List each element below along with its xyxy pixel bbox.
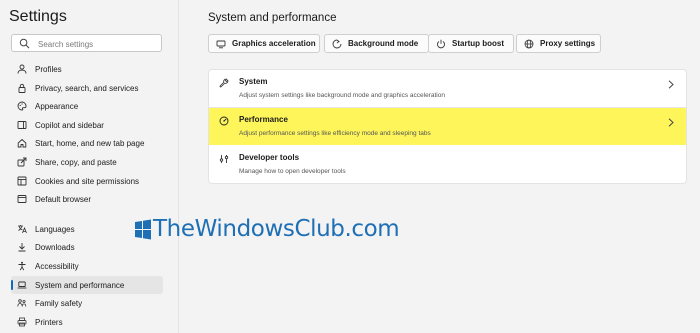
row-title: Performance <box>239 115 288 124</box>
row-description: Adjust system settings like background m… <box>239 92 445 99</box>
search-box[interactable] <box>11 34 162 52</box>
sidebar-icon <box>17 121 27 129</box>
chip-label: Graphics acceleration <box>232 39 316 48</box>
tools-icon <box>219 155 229 163</box>
sidebar-item-label: Profiles <box>35 64 62 74</box>
chip-proxy-settings[interactable]: Proxy settings <box>516 34 601 53</box>
speedometer-icon <box>219 116 229 126</box>
row-developer-tools[interactable]: Developer tools Manage how to open devel… <box>209 146 686 183</box>
sidebar-item-label: Share, copy, and paste <box>35 157 117 167</box>
search-input[interactable] <box>36 36 160 52</box>
windows-club-logo-icon <box>135 219 151 239</box>
sidebar-item-family-safety[interactable]: Family safety <box>11 294 163 312</box>
sidebar-item-label: Privacy, search, and services <box>35 83 139 93</box>
sidebar-item-label: Accessibility <box>35 261 79 271</box>
sidebar-item-label: Copilot and sidebar <box>35 120 104 130</box>
sidebar-item-printers[interactable]: Printers <box>11 313 163 331</box>
row-description: Manage how to open developer tools <box>239 168 346 175</box>
sidebar-item-cookies[interactable]: Cookies and site permissions <box>11 172 163 190</box>
watermark-text: TheWindowsClub.com <box>153 216 400 242</box>
sidebar-item-profiles[interactable]: Profiles <box>11 60 163 78</box>
search-icon <box>19 38 30 49</box>
sidebar: Settings Profiles Privacy, search, and s… <box>0 0 179 333</box>
sidebar-item-label: Appearance <box>35 101 79 111</box>
sidebar-item-default-browser[interactable]: Default browser <box>11 190 163 208</box>
row-title: Developer tools <box>239 153 300 162</box>
background-icon <box>332 39 342 48</box>
family-icon <box>17 299 27 307</box>
printer-icon <box>17 317 27 327</box>
row-system[interactable]: System Adjust system settings like backg… <box>209 70 686 108</box>
browser-icon <box>17 195 27 203</box>
globe-icon <box>524 39 534 48</box>
sidebar-item-label: Downloads <box>35 242 75 252</box>
accessibility-icon <box>18 261 26 271</box>
sidebar-item-appearance[interactable]: Appearance <box>11 97 163 115</box>
chip-background-mode[interactable]: Background mode <box>324 34 429 53</box>
palette-icon <box>17 101 27 111</box>
row-description: Adjust performance settings like efficie… <box>239 130 431 137</box>
sidebar-item-copilot[interactable]: Copilot and sidebar <box>11 116 163 134</box>
sidebar-item-label: Default browser <box>35 194 92 204</box>
language-icon <box>18 225 27 234</box>
settings-card: System Adjust system settings like backg… <box>208 69 687 184</box>
chevron-right-icon <box>668 80 674 89</box>
sidebar-item-label: Languages <box>35 224 75 234</box>
share-icon <box>17 157 27 167</box>
watermark: TheWindowsClub.com <box>135 216 400 242</box>
sidebar-item-label: Cookies and site permissions <box>35 176 140 186</box>
cookie-icon <box>17 176 27 186</box>
row-title: System <box>239 77 268 86</box>
display-icon <box>216 40 226 48</box>
sidebar-item-system-performance[interactable]: System and performance <box>11 276 163 294</box>
row-performance[interactable]: Performance Adjust performance settings … <box>209 108 686 145</box>
sidebar-item-privacy[interactable]: Privacy, search, and services <box>11 79 163 97</box>
chip-graphics-acceleration[interactable]: Graphics acceleration <box>208 34 320 53</box>
chip-label: Startup boost <box>452 39 504 48</box>
sidebar-item-share[interactable]: Share, copy, and paste <box>11 153 163 171</box>
chip-label: Background mode <box>348 39 419 48</box>
sidebar-item-label: Printers <box>35 317 63 327</box>
laptop-icon <box>17 281 27 289</box>
page-title: System and performance <box>208 12 337 24</box>
chip-label: Proxy settings <box>540 39 596 48</box>
settings-title: Settings <box>9 8 67 25</box>
sidebar-item-label: System and performance <box>35 280 125 290</box>
lock-icon <box>18 83 26 93</box>
sidebar-item-start-home[interactable]: Start, home, and new tab page <box>11 134 163 152</box>
chip-startup-boost[interactable]: Startup boost <box>428 34 514 53</box>
home-icon <box>17 138 27 148</box>
profile-icon <box>17 64 27 74</box>
sidebar-item-label: Family safety <box>35 298 83 308</box>
sidebar-item-accessibility[interactable]: Accessibility <box>11 257 163 275</box>
chevron-right-icon <box>668 118 674 127</box>
sidebar-item-label: Start, home, and new tab page <box>35 138 145 148</box>
wrench-icon <box>219 78 229 88</box>
download-icon <box>18 243 26 252</box>
power-icon <box>437 39 445 48</box>
